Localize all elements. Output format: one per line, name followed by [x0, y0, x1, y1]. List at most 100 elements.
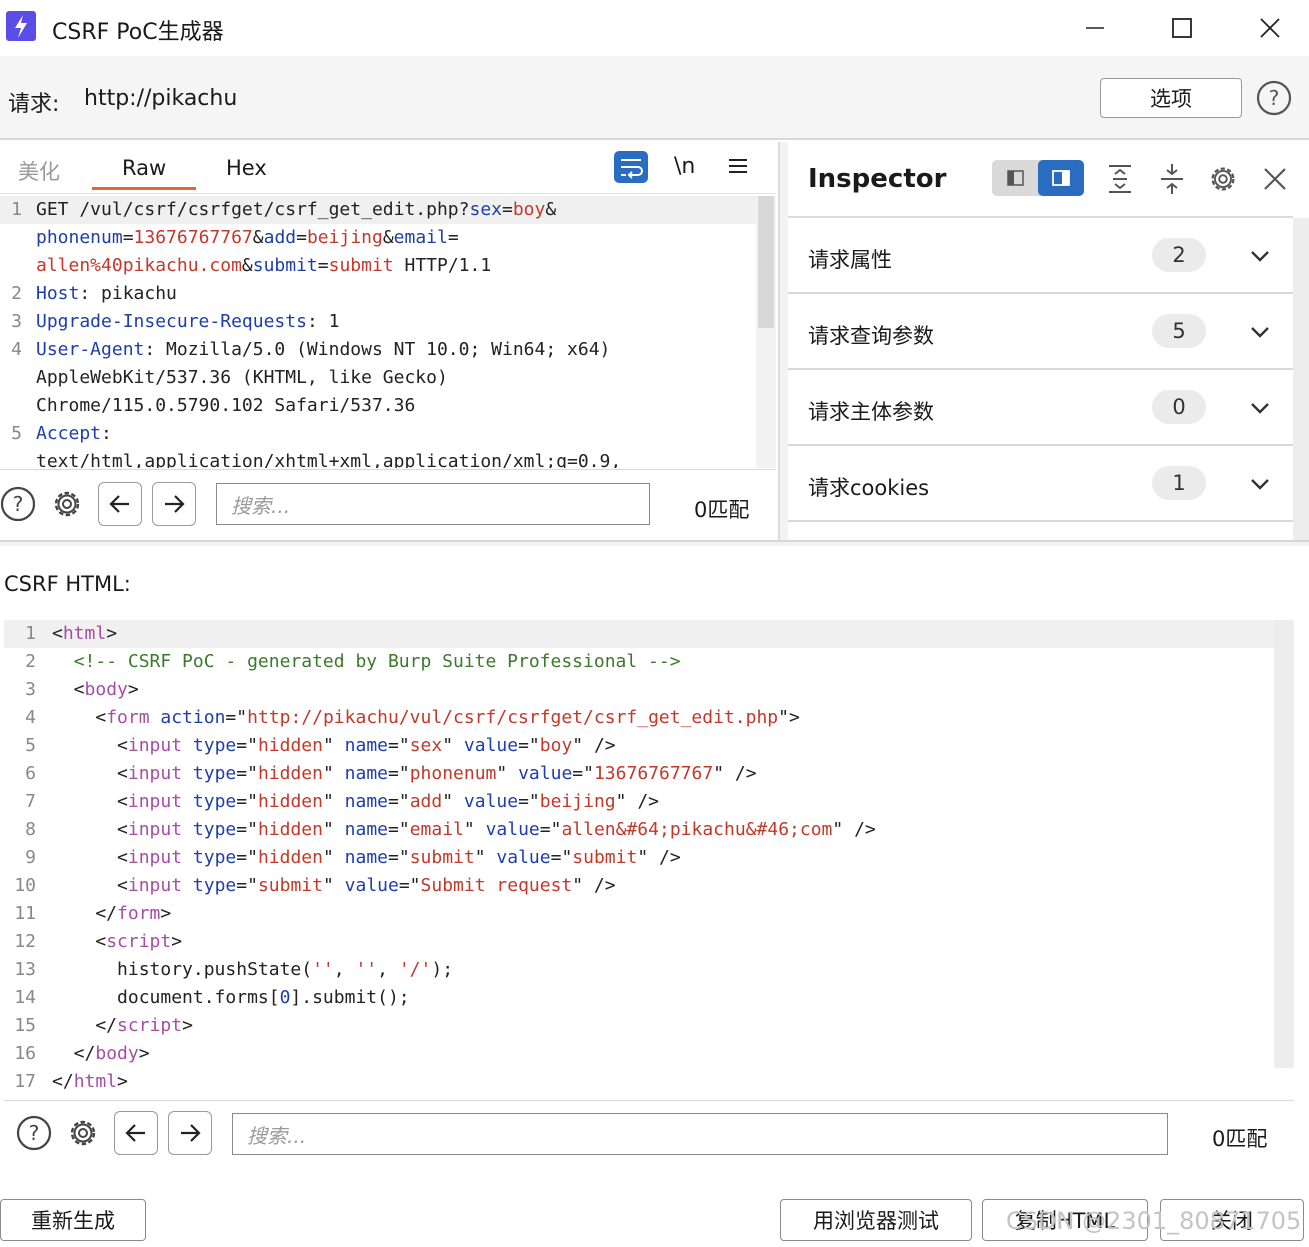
request-scrollbar-thumb[interactable] — [758, 196, 774, 328]
code-token: =" — [236, 875, 258, 896]
code-token: " — [322, 763, 345, 784]
gear-icon[interactable] — [49, 486, 85, 522]
code-token: input — [127, 819, 183, 840]
code-token: =" — [388, 735, 410, 756]
maximize-button[interactable] — [1159, 6, 1205, 50]
code-token: Upgrade-Insecure-Requests — [36, 311, 307, 332]
chevron-down-icon — [1251, 479, 1269, 490]
horizontal-splitter[interactable] — [0, 540, 1309, 546]
next-match-button[interactable] — [168, 1111, 212, 1155]
code-token: =" — [388, 791, 410, 812]
request-editor: 美化 Raw Hex \n 1 GET /vul/csrf/csrfget/csr… — [0, 142, 780, 540]
code-token: name — [344, 735, 389, 756]
inspector-row-label: 请求查询参数 — [808, 324, 934, 348]
help-icon[interactable]: ? — [1256, 80, 1292, 116]
code-line: 11 </form> — [4, 900, 1274, 928]
expand-all-button[interactable] — [1106, 162, 1134, 200]
line-text: AppleWebKit/537.36 (KHTML, like Gecko) — [36, 364, 448, 392]
inspector-row-label: 请求属性 — [808, 248, 892, 272]
code-token: " — [442, 735, 464, 756]
previous-match-button[interactable] — [98, 482, 142, 526]
show-newlines-button[interactable]: \n — [674, 154, 695, 179]
code-token: HTTP/1.1 — [393, 255, 492, 276]
code-token: " /> — [637, 847, 681, 868]
tab-hex[interactable]: Hex — [226, 156, 267, 180]
code-token: hidden — [257, 791, 323, 812]
raw-request-code[interactable]: 1 GET /vul/csrf/csrfget/csrf_get_edit.php… — [0, 196, 756, 468]
line-text: <!-- CSRF PoC - generated by Burp Suite … — [52, 648, 681, 676]
line-number: 9 — [25, 847, 36, 868]
inspector-settings-button[interactable] — [1206, 162, 1240, 200]
inspector-row-request-attributes[interactable]: 请求属性 2 — [788, 218, 1293, 294]
inspector-row-query-params[interactable]: 请求查询参数 5 — [788, 294, 1293, 370]
line-number: 2 — [25, 651, 36, 672]
line-text: text/html,application/xhtml+xml,applicat… — [36, 448, 621, 468]
code-token: < — [52, 679, 85, 700]
csrf-html-label: CSRF HTML: — [4, 572, 131, 596]
inspector-close-button[interactable] — [1262, 166, 1288, 196]
code-token: =" — [539, 819, 562, 840]
code-token: http://pikachu/vul/csrf/csrfget/csrf_get… — [247, 707, 779, 728]
close-window-button[interactable] — [1247, 6, 1293, 50]
tab-pretty[interactable]: 美化 — [18, 156, 60, 186]
request-search-input[interactable]: 搜索... — [216, 483, 650, 525]
line-text: <body> — [52, 676, 139, 704]
code-token: GET /vul/csrf/csrfget/csrf_get_edit.php? — [36, 199, 470, 220]
code-token: = — [296, 227, 307, 248]
line-number: 4 — [11, 339, 22, 360]
csrf-search-input[interactable]: 搜索... — [232, 1113, 1168, 1155]
code-token: =" — [518, 735, 540, 756]
code-token: type — [192, 819, 237, 840]
test-in-browser-button[interactable]: 用浏览器测试 — [780, 1199, 972, 1241]
code-token: < — [52, 623, 63, 644]
editor-menu-button[interactable] — [728, 154, 748, 182]
code-token: hidden — [257, 819, 323, 840]
code-token: " — [442, 791, 464, 812]
code-token: boy — [539, 735, 573, 756]
gear-icon[interactable] — [65, 1115, 101, 1151]
line-text: allen%40pikachu.com&submit=submit HTTP/1… — [36, 252, 491, 280]
code-token: & — [241, 255, 253, 276]
line-text: GET /vul/csrf/csrfget/csrf_get_edit.php?… — [36, 196, 556, 224]
pane-splitter[interactable] — [778, 142, 788, 540]
word-wrap-button[interactable] — [614, 151, 648, 183]
help-icon[interactable]: ? — [16, 1115, 52, 1151]
code-line: 7 <input type="hidden" name="add" value=… — [4, 788, 1274, 816]
chevron-down-icon — [1251, 251, 1269, 262]
csrf-match-count: 0匹配 — [1212, 1127, 1268, 1151]
csrf-scrollbar[interactable] — [1274, 620, 1294, 1068]
code-token: name — [344, 791, 389, 812]
code-line: text/html,application/xhtml+xml,applicat… — [0, 448, 756, 468]
code-token: input — [127, 875, 183, 896]
inspector-row-cookies[interactable]: 请求cookies 1 — [788, 446, 1293, 522]
help-icon[interactable]: ? — [0, 486, 36, 522]
code-token: phonenum — [409, 763, 497, 784]
window-title: CSRF PoC生成器 — [52, 20, 224, 45]
code-token: > — [106, 623, 118, 644]
inspector-scrollbar[interactable] — [1293, 218, 1309, 540]
code-token: " /> — [572, 735, 616, 756]
code-token: body — [84, 679, 128, 700]
code-token: email — [393, 227, 448, 248]
minimize-button[interactable] — [1072, 6, 1118, 50]
options-button[interactable]: 选项 — [1100, 78, 1242, 118]
collapse-all-button[interactable] — [1158, 162, 1186, 200]
code-token: name — [344, 847, 389, 868]
regenerate-button[interactable]: 重新生成 — [0, 1199, 146, 1241]
previous-match-button[interactable] — [114, 1111, 158, 1155]
code-token: add — [409, 791, 443, 812]
code-line: 3 <body> — [4, 676, 1274, 704]
code-token: type — [192, 875, 237, 896]
minimize-icon — [1086, 27, 1104, 29]
line-number: 4 — [25, 707, 36, 728]
inspector-row-body-params[interactable]: 请求主体参数 0 — [788, 370, 1293, 446]
tab-raw[interactable]: Raw — [122, 156, 166, 180]
line-text: Host: pikachu — [36, 280, 177, 308]
next-match-button[interactable] — [152, 482, 196, 526]
code-token: =" — [388, 763, 410, 784]
csrf-html-code[interactable]: 1 <html> 2 <!-- CSRF PoC - generated by Bu… — [4, 620, 1274, 1100]
code-line: 17 </html> — [4, 1068, 1274, 1096]
inspector-layout-right[interactable] — [1038, 160, 1084, 196]
line-number: 3 — [25, 679, 36, 700]
code-token: </ — [52, 1071, 74, 1092]
